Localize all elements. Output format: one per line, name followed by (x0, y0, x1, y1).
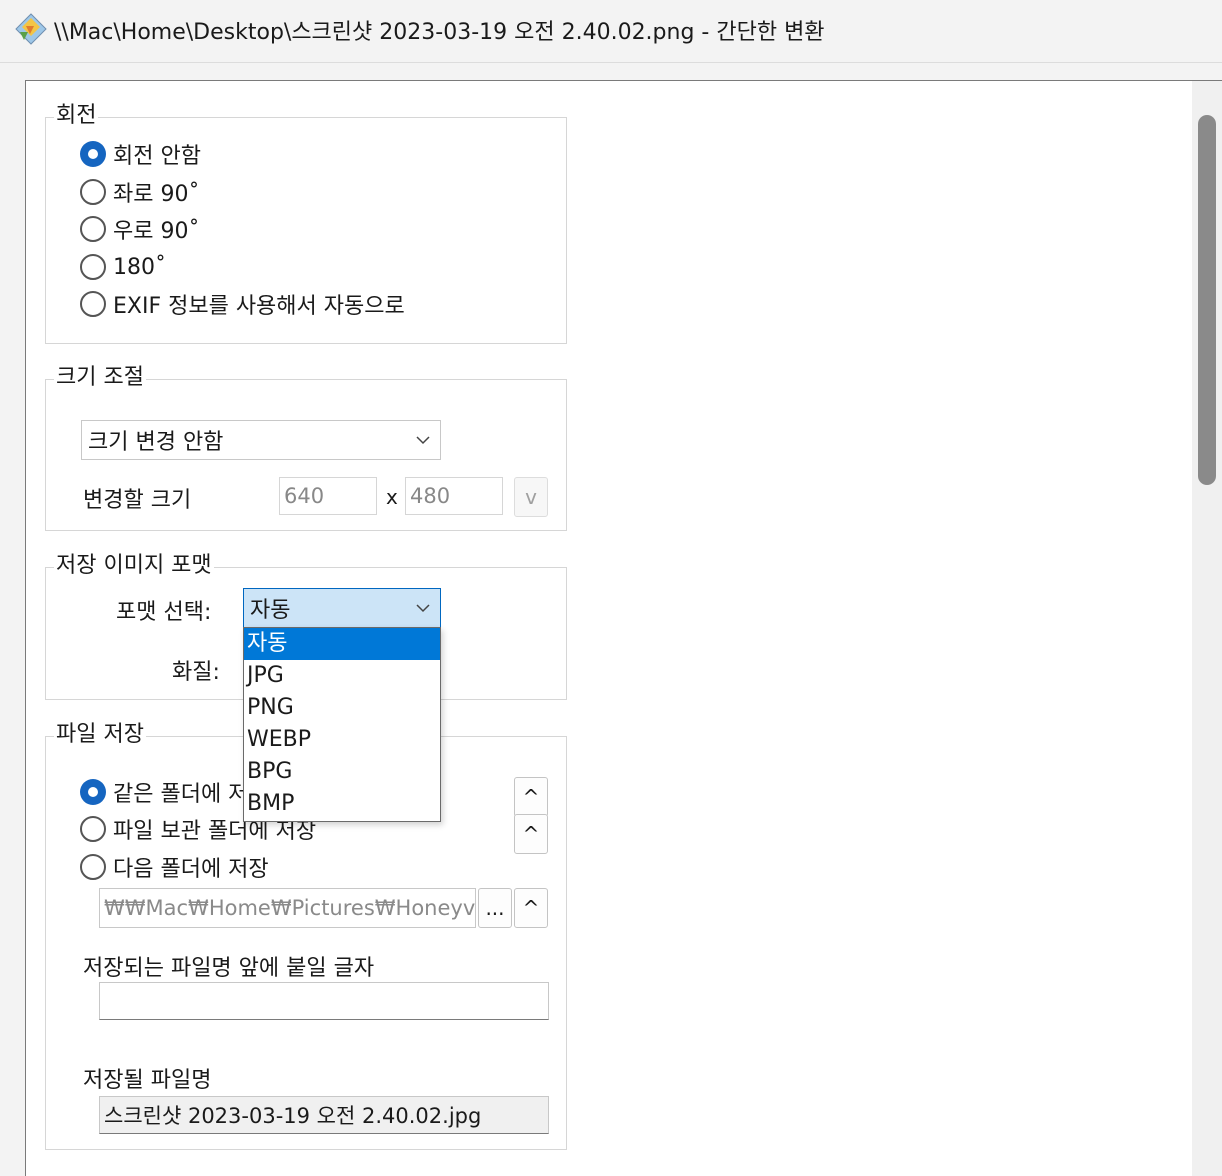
resize-width-input[interactable]: 640 (279, 477, 377, 515)
format-option-bmp[interactable]: BMP (244, 788, 440, 820)
format-option-bpg[interactable]: BPG (244, 756, 440, 788)
scrollbar-thumb[interactable] (1198, 115, 1216, 485)
radio-rotate-exif[interactable]: EXIF 정보를 사용해서 자동으로 (80, 289, 405, 319)
format-select-label: 포맷 선택: (116, 600, 212, 625)
quality-label: 화질: (172, 660, 220, 685)
radio-button-checked[interactable] (80, 779, 106, 805)
format-option-webp[interactable]: WEBP (244, 724, 440, 756)
radio-rotate-180[interactable]: 180˚ (80, 252, 166, 282)
resize-height-input[interactable]: 480 (405, 477, 503, 515)
radio-save-same-folder[interactable]: 같은 폴더에 저장 (80, 777, 269, 807)
radio-button[interactable] (80, 854, 106, 880)
honeyview-app-icon (15, 13, 47, 45)
save-group-label: 파일 저장 (54, 722, 146, 748)
chevron-down-icon (416, 436, 430, 445)
resize-group-label: 크기 조절 (54, 365, 146, 391)
vertical-scrollbar[interactable] (1192, 81, 1222, 1176)
radio-label: 다음 폴더에 저장 (113, 857, 269, 882)
chevron-down-icon (416, 604, 430, 613)
radio-button[interactable] (80, 179, 106, 205)
same-folder-up-button[interactable]: ^ (514, 777, 548, 817)
format-option-auto[interactable]: 자동 (244, 628, 440, 660)
rotation-group-label: 회전 (54, 103, 99, 129)
radio-label: 좌로 90˚ (113, 182, 200, 207)
format-option-jpg[interactable]: JPG (244, 660, 440, 692)
folder-up-button[interactable]: ^ (514, 888, 548, 928)
resize-size-label: 변경할 크기 (83, 488, 192, 513)
window-title: \\Mac\Home\Desktop\스크린샷 2023-03-19 오전 2.… (54, 20, 825, 45)
result-filename-label: 저장될 파일명 (83, 1068, 212, 1093)
radio-button[interactable] (80, 816, 106, 842)
radio-rotate-none[interactable]: 회전 안함 (80, 139, 201, 169)
folder-path-input[interactable]: ₩₩Mac₩Home₩Pictures₩Honeyvi (99, 888, 476, 928)
archive-folder-up-button[interactable]: ^ (514, 814, 548, 854)
format-option-png[interactable]: PNG (244, 692, 440, 724)
format-select-value: 자동 (250, 598, 291, 623)
resize-mode-value: 크기 변경 안함 (88, 430, 224, 455)
format-group-label: 저장 이미지 포맷 (54, 553, 214, 579)
radio-label: 우로 90˚ (113, 219, 200, 244)
radio-button[interactable] (80, 216, 106, 242)
radio-label: 회전 안함 (113, 144, 201, 169)
radio-rotate-left[interactable]: 좌로 90˚ (80, 177, 199, 207)
browse-folder-button[interactable]: ... (478, 888, 512, 928)
filename-prefix-label: 저장되는 파일명 앞에 붙일 글자 (83, 956, 375, 981)
result-filename-field: 스크린샷 2023-03-19 오전 2.40.02.jpg (99, 1096, 549, 1134)
resize-x-label: x (386, 485, 398, 509)
resize-preset-button[interactable]: v (514, 477, 548, 517)
format-dropdown-list[interactable]: 자동 JPG PNG WEBP BPG BMP (243, 627, 441, 822)
resize-mode-select[interactable]: 크기 변경 안함 (81, 420, 441, 460)
format-select[interactable]: 자동 (243, 588, 441, 628)
radio-save-custom-folder[interactable]: 다음 폴더에 저장 (80, 852, 269, 882)
radio-button[interactable] (80, 254, 106, 280)
radio-label: 180˚ (113, 254, 166, 280)
radio-button-checked[interactable] (80, 141, 106, 167)
filename-prefix-input[interactable] (99, 982, 549, 1020)
radio-button[interactable] (80, 291, 106, 317)
radio-rotate-right[interactable]: 우로 90˚ (80, 214, 199, 244)
radio-label: EXIF 정보를 사용해서 자동으로 (113, 294, 405, 319)
title-bar[interactable]: \\Mac\Home\Desktop\스크린샷 2023-03-19 오전 2.… (0, 0, 1222, 62)
